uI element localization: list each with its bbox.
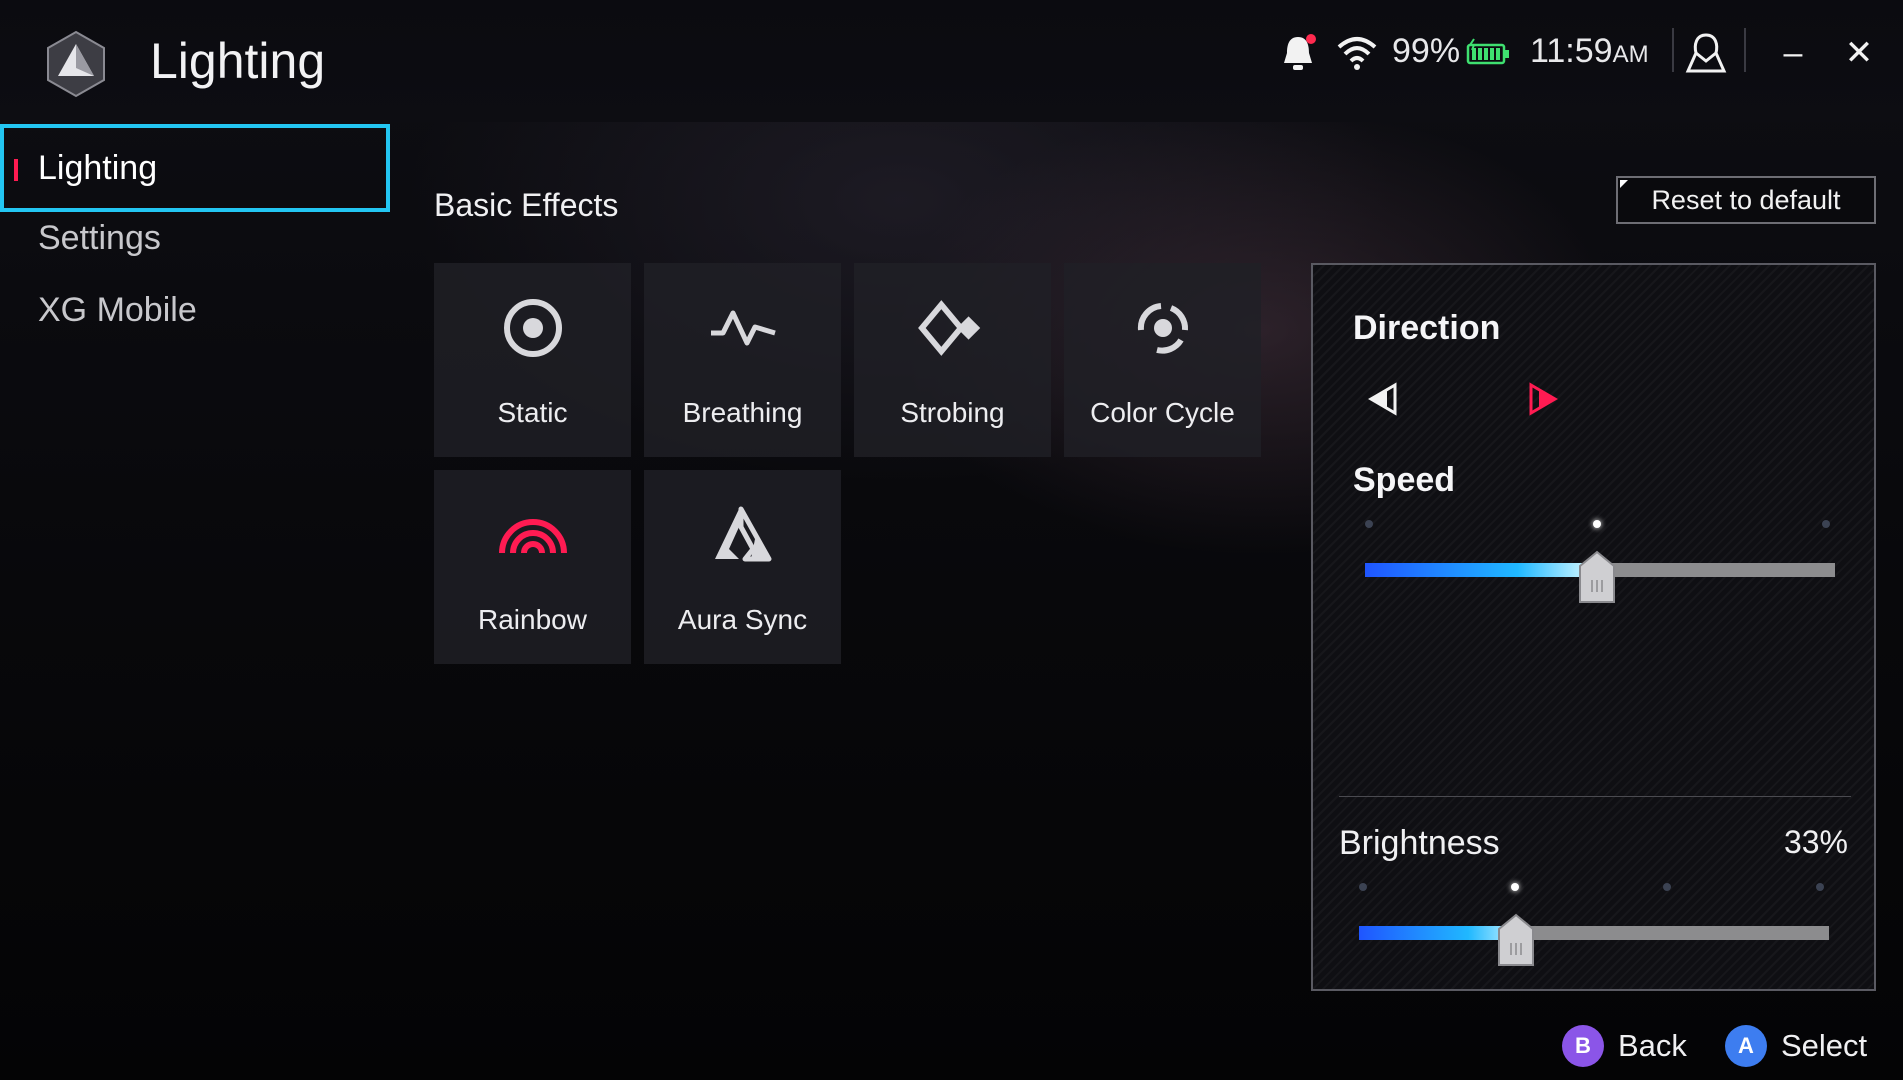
strobing-icon: [917, 293, 988, 363]
effect-tile-aura-sync[interactable]: Aura Sync: [644, 470, 841, 664]
clock-time: 11:59: [1530, 32, 1613, 70]
title-bar: Lighting 99% 11:59AM – ✕: [0, 0, 1903, 122]
wifi-icon: [1336, 28, 1380, 78]
effect-label: Breathing: [682, 397, 803, 428]
brightness-tick: [1816, 883, 1824, 891]
speed-label: Speed: [1353, 461, 1456, 499]
direction-left-icon[interactable]: [1365, 381, 1401, 417]
breathing-icon: [708, 293, 778, 363]
profile-icon[interactable]: [1682, 28, 1732, 78]
effect-label: Color Cycle: [1090, 397, 1235, 428]
effect-tile-strobing[interactable]: Strobing: [854, 263, 1051, 457]
brightness-tick: [1359, 883, 1367, 891]
a-button-icon: A: [1725, 1025, 1767, 1067]
sidebar-item-lighting[interactable]: Lighting: [0, 124, 390, 212]
brightness-value: 33%: [1783, 824, 1848, 860]
brightness-track: [1359, 926, 1829, 940]
color-cycle-icon: [1128, 293, 1198, 363]
battery-charging-icon: [1466, 28, 1510, 78]
back-label: Back: [1618, 1028, 1687, 1063]
b-button-icon: B: [1562, 1025, 1604, 1067]
page-title: Lighting: [150, 33, 326, 89]
effect-settings-panel: Direction Speed Brightness 33%: [1311, 263, 1876, 991]
aura-sync-icon: [708, 500, 778, 570]
effect-label: Rainbow: [478, 604, 587, 635]
speed-tick: [1365, 520, 1373, 528]
divider: [1672, 28, 1674, 72]
brightness-fill: [1359, 926, 1515, 940]
sidebar-item-settings[interactable]: Settings: [0, 202, 390, 274]
effect-tile-rainbow[interactable]: Rainbow: [434, 470, 631, 664]
reset-label: Reset to default: [1651, 184, 1841, 215]
close-button[interactable]: ✕: [1836, 30, 1882, 76]
panel-divider: [1339, 796, 1851, 797]
sidebar-item-label: XG Mobile: [38, 290, 197, 329]
speed-slider-thumb[interactable]: [1578, 550, 1616, 604]
armoury-crate-logo-icon: [47, 30, 105, 98]
direction-right-icon[interactable]: [1525, 381, 1561, 417]
sidebar-item-xg-mobile[interactable]: XG Mobile: [0, 274, 390, 346]
back-hint[interactable]: B Back: [1562, 1022, 1687, 1070]
effect-tile-breathing[interactable]: Breathing: [644, 263, 841, 457]
divider: [1744, 28, 1746, 72]
battery-percentage: 99%: [1392, 32, 1461, 70]
effect-tile-static[interactable]: Static: [434, 263, 631, 457]
select-hint[interactable]: A Select: [1725, 1022, 1867, 1070]
brightness-slider-thumb[interactable]: [1497, 913, 1535, 967]
minimize-button[interactable]: –: [1770, 30, 1816, 76]
sidebar-item-label: Settings: [38, 218, 161, 257]
speed-tick: [1822, 520, 1830, 528]
select-label: Select: [1781, 1028, 1868, 1063]
direction-label: Direction: [1353, 309, 1501, 347]
active-marker: [14, 159, 18, 181]
effect-label: Static: [497, 397, 568, 428]
effect-label: Aura Sync: [677, 604, 808, 635]
brightness-tick: [1663, 883, 1671, 891]
effect-label: Strobing: [900, 397, 1005, 428]
notification-bell-icon[interactable]: [1278, 28, 1320, 78]
static-icon: [498, 293, 568, 363]
brightness-label: Brightness: [1339, 824, 1500, 862]
section-title: Basic Effects: [434, 187, 619, 223]
clock: 11:59AM: [1530, 32, 1649, 71]
clock-ampm: AM: [1612, 41, 1649, 68]
brightness-tick: [1511, 883, 1519, 891]
effect-tile-color-cycle[interactable]: Color Cycle: [1064, 263, 1261, 457]
sidebar-item-label: Lighting: [38, 148, 158, 187]
speed-fill: [1365, 563, 1583, 577]
corner-accent: [1620, 180, 1628, 188]
speed-tick: [1593, 520, 1601, 528]
rainbow-icon: [498, 500, 568, 570]
reset-to-default-button[interactable]: Reset to default: [1616, 176, 1876, 224]
